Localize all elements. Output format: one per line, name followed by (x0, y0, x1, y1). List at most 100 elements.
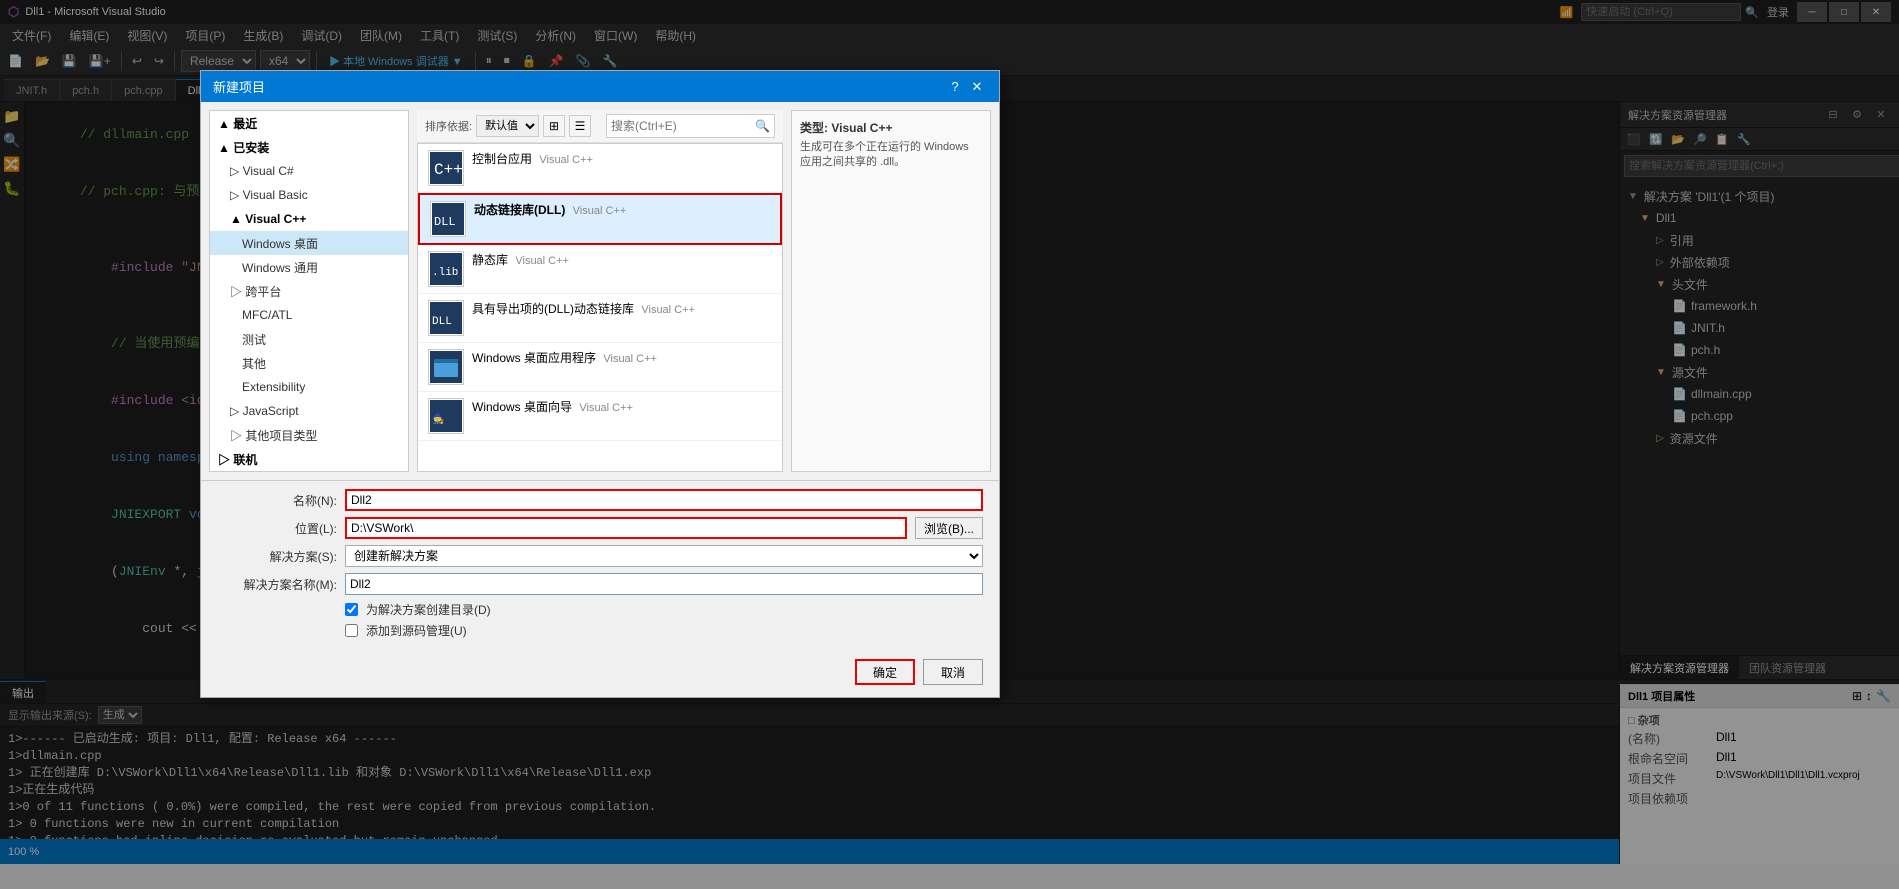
cat-online[interactable]: ▷ 联机 (210, 447, 408, 471)
form-row-location: 位置(L): 浏览(B)... (217, 517, 983, 539)
view-list-button[interactable]: ☰ (569, 115, 591, 137)
template-toolbar: 排序依据: 默认值 ⊞ ☰ 🔍 (417, 110, 783, 143)
form-solution-select[interactable]: 创建新解决方案 (345, 545, 983, 567)
desc-text: 生成可在多个正在运行的 Windows 应用之间共享的 .dll。 (800, 140, 982, 171)
form-row-name: 名称(N): (217, 489, 983, 511)
cat-installed[interactable]: ▲ 已安装 (210, 135, 408, 159)
svg-text:C++: C++ (434, 161, 462, 179)
template-win-app[interactable]: Windows 桌面应用程序 Visual C++ (418, 343, 782, 392)
template-name-static: 静态库 (472, 253, 508, 267)
dialog-form: 名称(N): 位置(L): 浏览(B)... 解决方案(S): 创建新解决方案 … (201, 480, 999, 651)
search-icon-2: 🔍 (755, 119, 770, 133)
template-info-win-app: Windows 桌面应用程序 Visual C++ (472, 349, 772, 366)
form-name-input[interactable] (345, 489, 983, 511)
dll-exports-svg: DLL (430, 302, 462, 334)
form-check-dir[interactable] (345, 603, 358, 616)
template-info-static: 静态库 Visual C++ (472, 251, 772, 268)
view-grid-button[interactable]: ⊞ (543, 115, 565, 137)
browse-button[interactable]: 浏览(B)... (915, 517, 983, 539)
cat-test[interactable]: 测试 (210, 327, 408, 351)
template-info-dll: 动态链接库(DLL) Visual C++ (474, 201, 770, 218)
cat-visual-csharp[interactable]: ▷ Visual C# (210, 159, 408, 183)
dialog-body: ▲ 最近 ▲ 已安装 ▷ Visual C# ▷ Visual Basic ▲ … (201, 102, 999, 480)
form-check-row-1: 为解决方案创建目录(D) (345, 601, 983, 618)
svg-text:.lib: .lib (432, 267, 458, 279)
dialog-help-button[interactable]: ? (945, 78, 965, 96)
form-name-label: 名称(N): (217, 492, 337, 509)
cat-visual-basic[interactable]: ▷ Visual Basic (210, 183, 408, 207)
template-icon-wizard: 🧙 (428, 398, 464, 434)
template-wizard[interactable]: 🧙 Windows 桌面向导 Visual C++ (418, 392, 782, 441)
template-icon-dll-exports: DLL (428, 300, 464, 336)
template-info-dll-exports: 具有导出项的(DLL)动态链接库 Visual C++ (472, 300, 772, 317)
cat-other-types[interactable]: ▷ 其他项目类型 (210, 423, 408, 447)
form-row-solution-name: 解决方案名称(M): (217, 573, 983, 595)
template-name-win-app: Windows 桌面应用程序 (472, 351, 596, 365)
template-search[interactable]: 🔍 (606, 114, 775, 138)
win-app-svg (430, 351, 462, 383)
dialog-buttons: 确定 取消 (201, 651, 999, 697)
template-search-input[interactable] (611, 119, 751, 133)
svg-text:DLL: DLL (434, 215, 456, 229)
sort-label: 排序依据: (425, 118, 472, 134)
description-panel: 类型: Visual C++ 生成可在多个正在运行的 Windows 应用之间共… (791, 110, 991, 472)
desc-type: 类型: Visual C++ (800, 119, 982, 136)
cat-windows-general[interactable]: Windows 通用 (210, 255, 408, 279)
cat-other[interactable]: 其他 (210, 351, 408, 375)
form-solution-name-input[interactable] (345, 573, 983, 595)
template-name-wizard: Windows 桌面向导 (472, 400, 572, 414)
template-icon-static: .lib (428, 251, 464, 287)
template-icon-console: C++ (428, 150, 464, 186)
form-solution-name-label: 解决方案名称(M): (217, 576, 337, 593)
console-svg: C++ (430, 152, 462, 184)
new-project-dialog: 新建项目 ? ✕ ▲ 最近 ▲ 已安装 ▷ Visual C# ▷ Visual… (200, 70, 1000, 698)
category-panel: ▲ 最近 ▲ 已安装 ▷ Visual C# ▷ Visual Basic ▲ … (209, 110, 409, 472)
template-icon-win-app (428, 349, 464, 385)
template-dll[interactable]: DLL 动态链接库(DLL) Visual C++ (418, 193, 782, 245)
dialog-close-button[interactable]: ✕ (967, 78, 987, 96)
svg-text:🧙: 🧙 (432, 412, 444, 425)
dialog-title-bar: 新建项目 ? ✕ (201, 71, 999, 102)
cancel-button[interactable]: 取消 (923, 659, 983, 685)
template-lang-dll-exports: Visual C++ (641, 304, 695, 316)
ok-button[interactable]: 确定 (855, 659, 915, 685)
cat-windows-desktop[interactable]: Windows 桌面 (210, 231, 408, 255)
template-info-console: 控制台应用 Visual C++ (472, 150, 772, 167)
template-icon-dll: DLL (430, 201, 466, 237)
form-location-label: 位置(L): (217, 520, 337, 537)
template-lang-static: Visual C++ (515, 255, 569, 267)
template-dll-exports[interactable]: DLL 具有导出项的(DLL)动态链接库 Visual C++ (418, 294, 782, 343)
cat-mfc-atl[interactable]: MFC/ATL (210, 303, 408, 327)
template-name-dll-exports: 具有导出项的(DLL)动态链接库 (472, 302, 634, 316)
sort-select[interactable]: 默认值 (476, 115, 539, 137)
template-info-wizard: Windows 桌面向导 Visual C++ (472, 398, 772, 415)
form-check-source-label: 添加到源码管理(U) (366, 622, 467, 639)
cat-visual-cpp[interactable]: ▲ Visual C++ (210, 207, 408, 231)
template-static[interactable]: .lib 静态库 Visual C++ (418, 245, 782, 294)
template-lang-win-app: Visual C++ (603, 353, 657, 365)
template-area: 排序依据: 默认值 ⊞ ☰ 🔍 (417, 110, 783, 472)
svg-text:DLL: DLL (432, 316, 452, 328)
dialog-overlay: 新建项目 ? ✕ ▲ 最近 ▲ 已安装 ▷ Visual C# ▷ Visual… (0, 0, 1899, 889)
template-lang-wizard: Visual C++ (579, 402, 633, 414)
template-name-dll: 动态链接库(DLL) (474, 203, 565, 217)
form-check-dir-label: 为解决方案创建目录(D) (366, 601, 491, 618)
cat-recent[interactable]: ▲ 最近 (210, 111, 408, 135)
template-lang-console: Visual C++ (539, 154, 593, 166)
template-name-console: 控制台应用 (472, 152, 532, 166)
static-svg: .lib (430, 253, 462, 285)
template-list: C++ 控制台应用 Visual C++ DL (417, 143, 783, 472)
form-location-input[interactable] (345, 517, 907, 539)
dialog-title-buttons: ? ✕ (945, 78, 987, 96)
dialog-title-text: 新建项目 (213, 77, 265, 96)
form-check-source[interactable] (345, 624, 358, 637)
dll-svg: DLL (432, 203, 464, 235)
form-row-solution: 解决方案(S): 创建新解决方案 (217, 545, 983, 567)
form-solution-label: 解决方案(S): (217, 548, 337, 565)
wizard-svg: 🧙 (430, 400, 462, 432)
template-console[interactable]: C++ 控制台应用 Visual C++ (418, 144, 782, 193)
cat-extensibility[interactable]: Extensibility (210, 375, 408, 399)
template-lang-dll: Visual C++ (573, 205, 627, 217)
cat-javascript[interactable]: ▷ JavaScript (210, 399, 408, 423)
cat-cross-platform[interactable]: ▷ 跨平台 (210, 279, 408, 303)
